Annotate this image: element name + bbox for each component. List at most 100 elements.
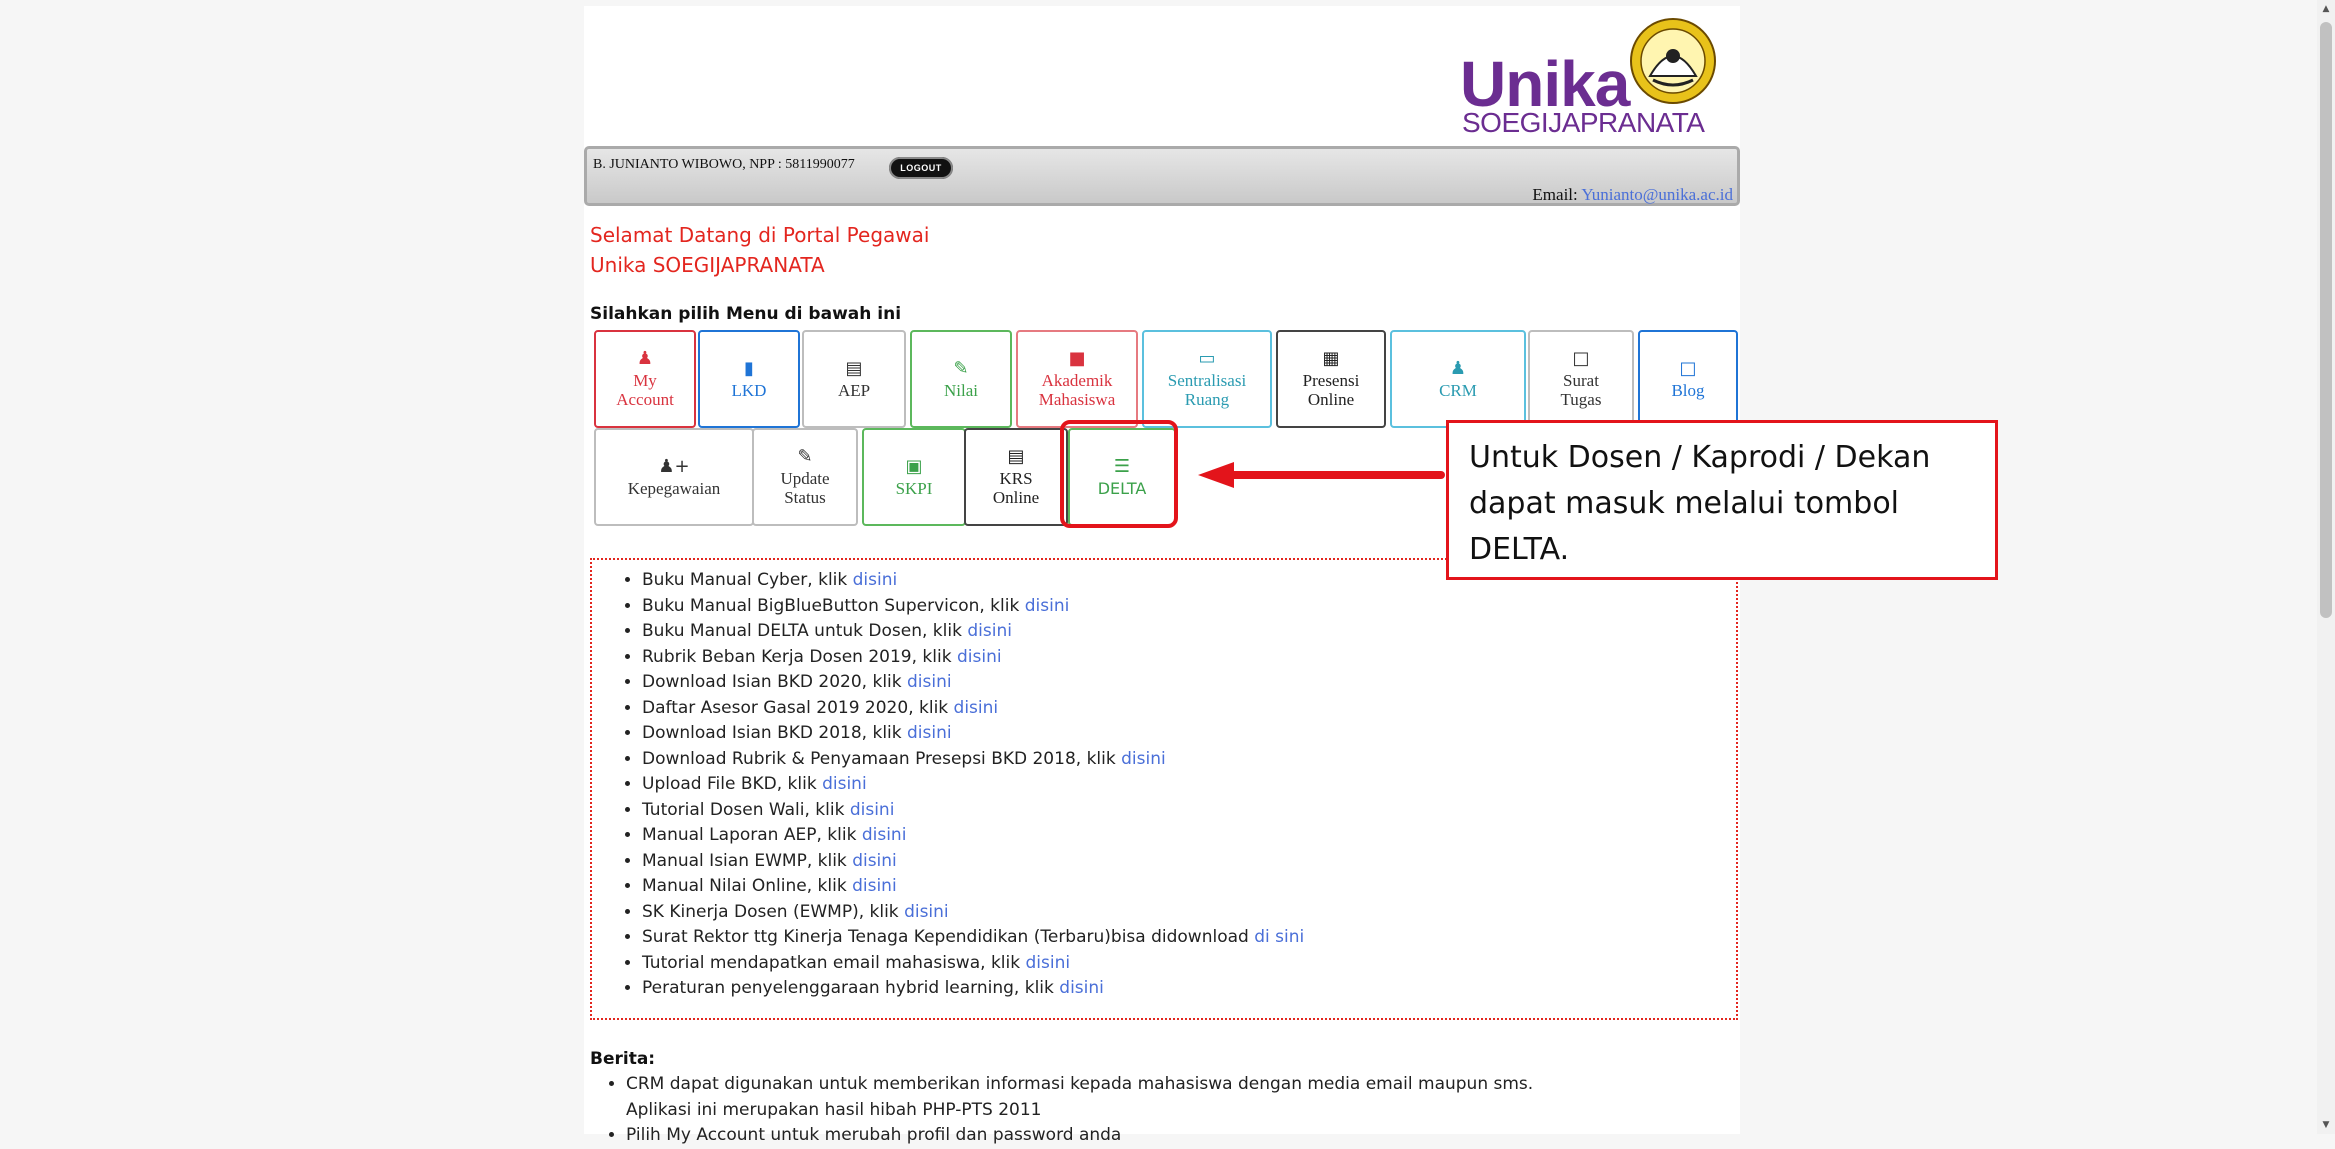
menu-label: KRS Online xyxy=(992,469,1040,507)
disini-link[interactable]: disini xyxy=(853,570,898,590)
menu-label: Blog xyxy=(1671,380,1705,400)
link-item-text: Manual Isian EWMP, klik xyxy=(642,850,853,871)
menu-button-skpi[interactable]: ▣ SKPI xyxy=(862,428,966,526)
menu-button-akademik-mahasiswa[interactable]: ■ Akademik Mahasiswa xyxy=(1016,330,1138,428)
menu-button-crm[interactable]: ♟ CRM xyxy=(1390,330,1526,428)
manual-link-item: Upload File BKD, klik disini xyxy=(642,772,1304,798)
disini-link[interactable]: disini xyxy=(852,851,897,871)
newspaper-icon: ▤ xyxy=(845,357,863,379)
disini-link[interactable]: disini xyxy=(862,825,907,845)
user-name: B. JUNIANTO WIBOWO, NPP : 5811990077 xyxy=(593,157,855,172)
menu-button-surat-tugas[interactable]: □ Surat Tugas xyxy=(1528,330,1634,428)
welcome-line-2: Unika SOEGIJAPRANATA xyxy=(590,253,825,277)
menu-label: Nilai xyxy=(944,380,978,400)
menu-button-blog[interactable]: □ Blog xyxy=(1638,330,1738,428)
manual-link-item: Tutorial Dosen Wali, klik disini xyxy=(642,798,1304,824)
welcome-message: Selamat Datang di Portal Pegawai Unika S… xyxy=(590,220,929,280)
menu-label: LKD xyxy=(731,380,767,400)
news-item: Pilih My Account untuk merubah profil da… xyxy=(626,1123,1533,1149)
disini-link[interactable]: disini xyxy=(850,800,895,820)
edit-icon: ✎ xyxy=(953,357,969,379)
menu-button-aep[interactable]: ▤ AEP xyxy=(802,330,906,428)
link-item-text: Surat Rektor ttg Kinerja Tenaga Kependid… xyxy=(642,927,1255,947)
manual-link-item: Tutorial mendapatkan email mahasiswa, kl… xyxy=(642,951,1304,977)
disini-link[interactable]: disini xyxy=(907,672,952,692)
menu-button-krs-online[interactable]: ▤ KRS Online xyxy=(964,428,1068,526)
disini-link[interactable]: disini xyxy=(1025,953,1070,973)
news-item-line: CRM dapat digunakan untuk memberikan inf… xyxy=(626,1074,1534,1094)
logo-subtitle: SOEGIJAPRANATA xyxy=(1462,107,1705,138)
book-icon: ▮ xyxy=(744,357,754,379)
disini-link[interactable]: disini xyxy=(957,647,1002,667)
manual-link-item: Peraturan penyelenggaraan hybrid learnin… xyxy=(642,976,1304,1002)
menu-button-my-account[interactable]: ♟ My Account xyxy=(594,330,696,428)
menu-label: My Account xyxy=(616,371,674,409)
news-list: CRM dapat digunakan untuk memberikan inf… xyxy=(596,1072,1533,1149)
link-item-text: Upload File BKD, klik xyxy=(642,774,823,794)
menu-button-presensi-online[interactable]: ▦ Presensi Online xyxy=(1276,330,1386,428)
menu-label: Surat Tugas xyxy=(1560,371,1602,409)
menu-label: Presensi Online xyxy=(1302,371,1360,409)
welcome-line-1: Selamat Datang di Portal Pegawai xyxy=(590,223,930,247)
link-item-text: Download Isian BKD 2020, klik xyxy=(642,672,908,692)
menu-label: Kepegawaian xyxy=(627,478,721,498)
image-icon: ▣ xyxy=(905,455,923,477)
manual-link-item: Manual Nilai Online, klik disini xyxy=(642,874,1304,900)
menu-button-update-status[interactable]: ✎ Update Status xyxy=(752,428,858,526)
disini-link[interactable]: disini xyxy=(954,698,999,718)
menu-button-nilai[interactable]: ✎ Nilai xyxy=(910,330,1012,428)
disini-link[interactable]: disini xyxy=(1025,596,1070,616)
news-item-line: Aplikasi ini merupakan hasil hibah PHP-P… xyxy=(626,1099,1042,1120)
disini-link[interactable]: disini xyxy=(822,774,867,794)
news-item: CRM dapat digunakan untuk memberikan inf… xyxy=(626,1072,1533,1123)
news-title: Berita: xyxy=(590,1049,656,1069)
manual-links-box: Buku Manual Cyber, klik disiniBuku Manua… xyxy=(590,558,1738,1020)
scroll-up-icon[interactable]: ▲ xyxy=(2321,4,2331,14)
manual-link-item: Download Isian BKD 2018, klik disini xyxy=(642,721,1304,747)
link-item-text: Daftar Asesor Gasal 2019 2020, klik xyxy=(642,697,954,718)
disini-link[interactable]: disini xyxy=(907,723,952,743)
email-link[interactable]: Yunianto@unika.ac.id xyxy=(1581,185,1733,204)
scroll-thumb[interactable] xyxy=(2320,22,2332,618)
menu-label: SKPI xyxy=(895,478,933,498)
disini-link[interactable]: disini xyxy=(904,902,949,922)
delta-callout: Untuk Dosen / Kaprodi / Dekan dapat masu… xyxy=(1446,420,1998,580)
manual-link-item: Manual Isian EWMP, klik disini xyxy=(642,849,1304,875)
id-card-icon: ▤ xyxy=(1007,446,1025,467)
disini-link[interactable]: disini xyxy=(967,621,1012,641)
link-item-text: Rubrik Beban Kerja Dosen 2019, klik xyxy=(642,646,957,667)
logout-button[interactable]: LOGOUT xyxy=(889,157,953,179)
manual-link-item: SK Kinerja Dosen (EWMP), klik disini xyxy=(642,900,1304,926)
user-plus-icon: ♟+ xyxy=(658,455,690,477)
scroll-down-icon[interactable]: ▼ xyxy=(2321,1120,2331,1130)
manual-link-item: Daftar Asesor Gasal 2019 2020, klik disi… xyxy=(642,696,1304,722)
link-item-text: SK Kinerja Dosen (EWMP), klik xyxy=(642,901,905,922)
user-bar: B. JUNIANTO WIBOWO, NPP : 5811990077 LOG… xyxy=(584,146,1740,206)
menu-label: AEP xyxy=(837,380,871,400)
callout-arrow-icon xyxy=(1198,462,1445,488)
sticky-note-icon: □ xyxy=(1679,357,1697,379)
disini-link[interactable]: di sini xyxy=(1254,927,1304,947)
qr-code-icon: ▦ xyxy=(1322,348,1340,369)
manual-links-list: Buku Manual Cyber, klik disiniBuku Manua… xyxy=(612,568,1304,1002)
disini-link[interactable]: disini xyxy=(1059,978,1104,998)
building-icon: ▭ xyxy=(1198,348,1216,369)
pencil-icon: ✎ xyxy=(797,446,813,467)
manual-link-item: Download Rubrik & Penyamaan Presepsi BKD… xyxy=(642,747,1304,773)
disini-link[interactable]: disini xyxy=(852,876,897,896)
university-seal-icon xyxy=(1630,18,1716,104)
link-item-text: Manual Laporan AEP, klik xyxy=(642,825,862,845)
menu-button-lkd[interactable]: ▮ LKD xyxy=(698,330,800,428)
menu-label: Sentralisasi Ruang xyxy=(1167,371,1247,409)
link-item-text: Peraturan penyelenggaraan hybrid learnin… xyxy=(642,978,1060,998)
menu-label: Akademik Mahasiswa xyxy=(1038,371,1116,409)
menu-button-kepegawaian[interactable]: ♟+ Kepegawaian xyxy=(594,428,754,526)
folder-icon: ■ xyxy=(1068,348,1086,369)
manual-link-item: Buku Manual Cyber, klik disini xyxy=(642,568,1304,594)
vertical-scrollbar[interactable]: ▲ ▼ xyxy=(2317,0,2335,1134)
disini-link[interactable]: disini xyxy=(1121,749,1166,769)
menu-label: CRM xyxy=(1439,380,1477,400)
menu-button-sentralisasi-ruang[interactable]: ▭ Sentralisasi Ruang xyxy=(1142,330,1272,428)
link-item-text: Manual Nilai Online, klik xyxy=(642,876,853,896)
menu-heading: Silahkan pilih Menu di bawah ini xyxy=(590,304,902,324)
